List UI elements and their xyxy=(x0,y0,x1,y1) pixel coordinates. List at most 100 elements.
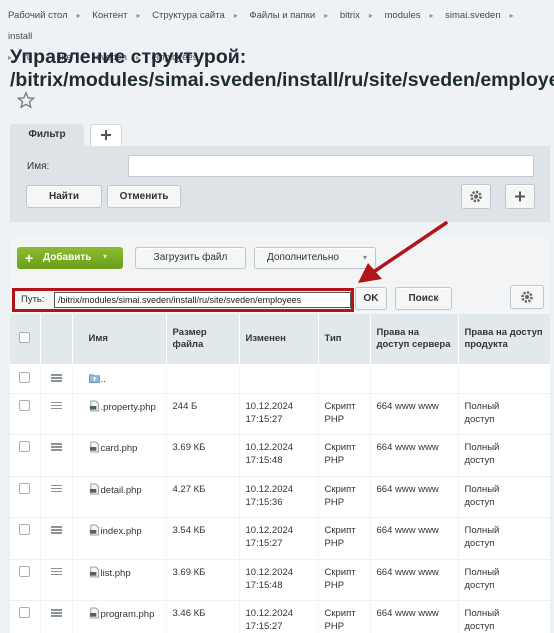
date-value: 10.12.2024 xyxy=(245,525,294,536)
php-file-icon xyxy=(89,483,99,494)
row-checkbox[interactable] xyxy=(19,441,31,452)
size-cell: 3.69 КБ xyxy=(166,559,240,601)
add-filter-tab[interactable] xyxy=(90,124,122,146)
table-row[interactable]: index.php 3.54 КБ 10.12.2024 17:15:27 Скрипт… xyxy=(10,517,550,560)
chevron-right-icon: ▸ xyxy=(509,11,514,20)
row-select-cell xyxy=(10,600,41,633)
size-cell: 4.27 КБ xyxy=(166,476,240,518)
access-cell xyxy=(458,364,550,394)
breadcrumb-item[interactable]: simai.sveden xyxy=(445,5,500,26)
actions-header xyxy=(40,314,73,364)
column-header[interactable]: Права на доступ продукта xyxy=(458,314,550,364)
row-checkbox[interactable] xyxy=(19,372,31,383)
search-button[interactable]: Поиск xyxy=(395,287,452,310)
more-actions-label: Дополнительно xyxy=(267,252,339,263)
table-header-row: Имя Размер файла Изменен Тип Права на до… xyxy=(10,314,550,364)
file-name-link[interactable]: .property.php xyxy=(101,402,156,413)
upload-file-button[interactable]: Загрузить файл xyxy=(135,247,246,269)
table-row[interactable]: .. xyxy=(10,364,550,394)
size-cell: 244 Б xyxy=(166,393,240,435)
gear-icon xyxy=(470,190,482,203)
column-header[interactable]: Размер файла xyxy=(166,314,240,364)
tab-filter[interactable]: Фильтр xyxy=(10,124,84,146)
menu-icon[interactable] xyxy=(50,484,62,493)
row-checkbox[interactable] xyxy=(19,524,31,535)
column-header[interactable]: Права на доступ сервера xyxy=(370,314,459,364)
name-filter-input[interactable] xyxy=(128,155,534,177)
column-header[interactable]: Тип xyxy=(318,314,371,364)
type-cell: Скрипт PHP xyxy=(318,600,371,633)
row-select-cell xyxy=(10,434,41,477)
breadcrumb-item[interactable]: Рабочий стол xyxy=(8,5,68,26)
breadcrumb-item[interactable]: Структура сайта xyxy=(152,5,225,26)
date-cell xyxy=(239,364,319,394)
name-cell: .property.php xyxy=(72,393,167,435)
menu-icon[interactable] xyxy=(50,443,62,451)
chevron-right-icon: ▸ xyxy=(429,11,434,20)
php-file-icon xyxy=(89,441,99,453)
breadcrumb-item[interactable]: bitrix xyxy=(340,5,360,26)
select-all-checkbox[interactable] xyxy=(19,331,31,343)
plus-icon xyxy=(101,130,111,140)
cancel-button[interactable]: Отменить xyxy=(107,185,181,208)
file-name-link[interactable]: program.php xyxy=(101,609,155,620)
file-name-link[interactable]: list.php xyxy=(101,568,131,579)
row-checkbox[interactable] xyxy=(19,565,31,577)
menu-icon[interactable] xyxy=(50,609,62,617)
row-actions-cell xyxy=(40,559,73,601)
filter-settings-button[interactable] xyxy=(461,184,491,209)
table-row[interactable]: list.php 3.69 КБ 10.12.2024 17:15:48 Скрипт P… xyxy=(10,559,550,601)
rights-cell: 664 www www xyxy=(370,600,459,633)
access-cell: Полный доступ xyxy=(458,600,550,633)
table-row[interactable]: program.php 3.46 КБ 10.12.2024 17:15:27 Скри… xyxy=(10,600,550,633)
date-value: 10.12.2024 xyxy=(245,400,294,412)
date-cell: 10.12.2024 17:15:27 xyxy=(239,393,319,435)
name-cell: .. xyxy=(72,364,167,394)
ok-button[interactable]: OK xyxy=(355,287,387,310)
rights-cell: 664 www www xyxy=(370,517,459,560)
type-cell: Скрипт PHP xyxy=(318,476,371,518)
chevron-right-icon: ▸ xyxy=(368,11,373,20)
row-checkbox[interactable] xyxy=(19,607,31,618)
row-actions-cell xyxy=(40,364,73,394)
breadcrumb-item[interactable]: Файлы и папки xyxy=(249,5,315,26)
menu-icon[interactable] xyxy=(50,401,62,410)
access-value: доступ xyxy=(464,496,495,508)
row-checkbox[interactable] xyxy=(19,399,31,411)
date-value: 10.12.2024 xyxy=(245,442,294,453)
toolbar: + Добавить ▾ Загрузить файл Дополнительн… xyxy=(10,238,550,314)
type-value: PHP xyxy=(324,455,345,466)
size-cell: 3.46 КБ xyxy=(166,600,240,633)
breadcrumb-item[interactable]: Контент xyxy=(92,5,127,26)
breadcrumb-item[interactable]: install xyxy=(8,26,32,47)
table-row[interactable]: detail.php 4.27 КБ 10.12.2024 17:15:36 Скрип… xyxy=(10,476,550,518)
add-button[interactable]: + Добавить ▾ xyxy=(17,247,123,269)
table-row[interactable]: card.php 3.69 КБ 10.12.2024 17:15:48 Скрипт P… xyxy=(10,434,550,477)
column-header[interactable]: Изменен xyxy=(239,314,319,364)
size-cell: 3.54 КБ xyxy=(166,517,240,560)
type-value: PHP xyxy=(324,413,345,425)
name-cell: card.php xyxy=(72,434,167,477)
list-settings-button[interactable] xyxy=(510,285,544,309)
add-filter-field-button[interactable] xyxy=(505,184,535,209)
row-select-cell xyxy=(10,364,41,394)
menu-icon[interactable] xyxy=(50,526,62,534)
star-icon[interactable] xyxy=(17,91,35,109)
table-row[interactable]: .property.php 244 Б 10.12.2024 17:15:27 Скри… xyxy=(10,393,550,435)
type-value: Скрипт xyxy=(324,608,356,619)
menu-icon[interactable] xyxy=(50,567,62,576)
row-checkbox[interactable] xyxy=(19,482,31,494)
file-name-link[interactable]: index.php xyxy=(101,526,142,537)
file-name-link[interactable]: detail.php xyxy=(101,485,142,496)
access-value: Полный xyxy=(464,525,500,536)
column-header[interactable]: Имя xyxy=(72,314,167,364)
menu-icon[interactable] xyxy=(50,374,62,382)
access-cell: Полный доступ xyxy=(458,559,550,601)
php-file-icon xyxy=(89,524,99,536)
find-button[interactable]: Найти xyxy=(26,185,102,208)
rights-cell: 664 www www xyxy=(370,476,459,518)
path-input[interactable]: /bitrix/modules/simai.sveden/install/ru/… xyxy=(54,292,351,308)
parent-folder-link[interactable]: .. xyxy=(101,374,106,385)
file-name-link[interactable]: card.php xyxy=(101,443,138,454)
breadcrumb-item[interactable]: modules xyxy=(385,5,421,26)
